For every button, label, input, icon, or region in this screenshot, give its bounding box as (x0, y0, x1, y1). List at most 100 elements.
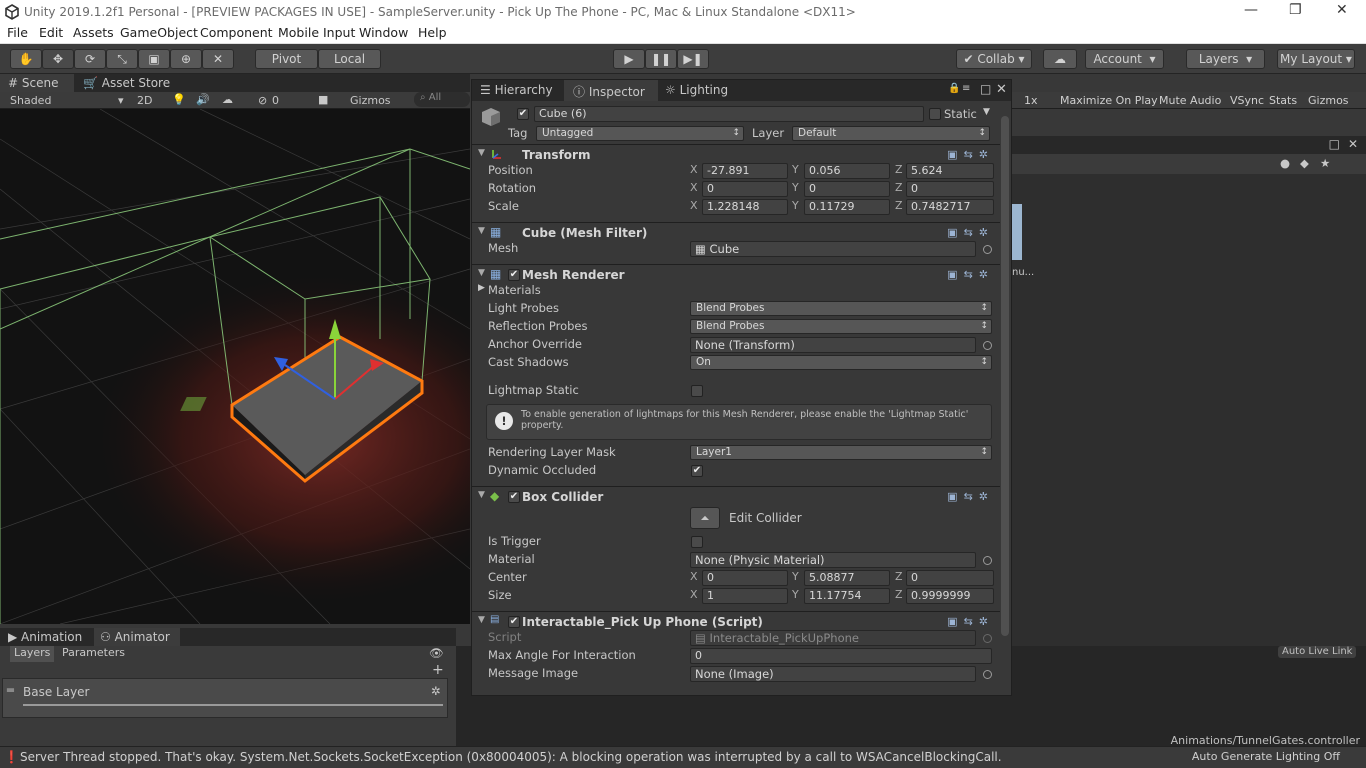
object-picker-icon[interactable] (983, 670, 992, 679)
menu-icon[interactable]: ≡ (962, 83, 970, 94)
light-probes-dropdown[interactable]: Blend Probes (690, 301, 992, 316)
mesh-renderer-header[interactable]: ▼ ▦ ✔ Mesh Renderer ▣⇆✲ (472, 264, 1000, 284)
gizmos-dropdown[interactable]: Gizmos (350, 94, 391, 107)
reflection-probes-dropdown[interactable]: Blend Probes (690, 319, 992, 334)
rotation-x-input[interactable]: 0 (702, 181, 788, 197)
account-dropdown[interactable]: Account ▾ (1085, 49, 1164, 69)
anchor-override-field[interactable]: None (Transform) (690, 337, 976, 353)
center-y-input[interactable]: 5.08877 (804, 570, 890, 586)
mesh-field[interactable]: ▦ Cube (690, 241, 976, 257)
rendering-layer-mask-dropdown[interactable]: Layer1 (690, 445, 992, 460)
maximize-inspector-icon[interactable]: □ (980, 82, 991, 96)
static-dropdown-chevron-icon[interactable]: ▼ (983, 107, 990, 117)
menu-assets[interactable]: Assets (73, 25, 114, 40)
menu-gameobject[interactable]: GameObject (120, 25, 198, 40)
box-collider-header[interactable]: ▼ ◆ ✔ Box Collider ▣⇆✲ (472, 486, 1000, 506)
position-x-input[interactable]: -27.891 (702, 163, 788, 179)
favorite-icon[interactable]: ★ (1320, 156, 1330, 170)
mute-audio-toggle[interactable]: Mute Audio (1159, 94, 1221, 107)
console-message[interactable]: Server Thread stopped. That's okay. Syst… (20, 750, 1002, 764)
script-enabled-checkbox[interactable]: ✔ (508, 616, 520, 628)
parameters-subtab[interactable]: Parameters (58, 646, 138, 662)
menu-edit[interactable]: Edit (39, 25, 63, 40)
menu-help[interactable]: Help (418, 25, 447, 40)
maximize-on-play-toggle[interactable]: Maximize On Play (1060, 94, 1158, 107)
stats-toggle[interactable]: Stats (1269, 94, 1297, 107)
hand-tool-icon[interactable]: ✋ (10, 49, 42, 69)
rotation-y-input[interactable]: 0 (804, 181, 890, 197)
object-name-input[interactable]: Cube (6) (534, 106, 924, 122)
add-layer-icon[interactable]: + (432, 662, 444, 678)
auto-live-link-toggle[interactable]: Auto Live Link (1278, 646, 1356, 658)
layers-subtab[interactable]: Layers (10, 646, 54, 662)
base-layer-row[interactable]: ═ Base Layer ✲ (2, 678, 448, 718)
vsync-toggle[interactable]: VSync (1230, 94, 1264, 107)
local-toggle[interactable]: Local (318, 49, 381, 69)
collab-dropdown[interactable]: ✔ Collab ▾ (956, 49, 1032, 69)
component-tools-icon[interactable]: ▣⇆✲ (947, 615, 994, 628)
cast-shadows-dropdown[interactable]: On (690, 355, 992, 370)
maximize-icon[interactable]: ❐ (1289, 2, 1302, 18)
scale-tool-icon[interactable]: ⤡ (106, 49, 138, 69)
position-y-input[interactable]: 0.056 (804, 163, 890, 179)
game-gizmos-dropdown[interactable]: Gizmos (1308, 94, 1349, 107)
is-trigger-checkbox[interactable] (691, 536, 703, 548)
eye-icon[interactable]: 👁 (429, 646, 444, 660)
search-by-type-icon[interactable]: ● (1280, 156, 1290, 170)
materials-row[interactable]: ▶ Materials (472, 282, 1000, 300)
menu-file[interactable]: File (7, 25, 28, 40)
component-tools-icon[interactable]: ▣⇆✲ (947, 226, 994, 239)
tab-hierarchy[interactable]: ☰ Hierarchy (480, 83, 553, 97)
object-picker-icon[interactable] (983, 556, 992, 565)
center-z-input[interactable]: 0 (906, 570, 994, 586)
object-picker-icon[interactable] (983, 245, 992, 254)
lighting-toggle-icon[interactable]: 💡 (172, 93, 186, 106)
size-y-input[interactable]: 11.17754 (804, 588, 890, 604)
scale-z-input[interactable]: 0.7482717 (906, 199, 994, 215)
edit-collider-button[interactable]: ⏶ (690, 507, 720, 529)
menu-component[interactable]: Component (200, 25, 273, 40)
component-tools-icon[interactable]: ▣⇆✲ (947, 148, 994, 161)
scene-viewport[interactable] (0, 109, 470, 624)
transform-header[interactable]: ▼ Transform ▣⇆✲ (472, 144, 1000, 164)
minimize-icon[interactable]: — (1244, 2, 1258, 18)
step-button[interactable]: ▶❚ (677, 49, 709, 69)
hidden-objects-icon[interactable]: ⊘ (258, 94, 267, 107)
move-tool-icon[interactable]: ✥ (42, 49, 74, 69)
close-inspector-icon[interactable]: ✕ (996, 82, 1007, 97)
component-tools-icon[interactable]: ▣⇆✲ (947, 490, 994, 503)
size-z-input[interactable]: 0.9999999 (906, 588, 994, 604)
script-header[interactable]: ▼ ▤ ✔ Interactable_Pick Up Phone (Script… (472, 611, 1000, 631)
mesh-filter-header[interactable]: ▼ ▦ Cube (Mesh Filter) ▣⇆✲ (472, 222, 1000, 242)
position-z-input[interactable]: 5.624 (906, 163, 994, 179)
layers-dropdown[interactable]: Layers ▾ (1186, 49, 1265, 69)
shading-mode-dropdown[interactable]: Shaded (10, 94, 51, 107)
box-collider-fold-icon[interactable]: ▼ (478, 490, 485, 500)
asset-thumbnail[interactable] (1012, 204, 1022, 260)
script-fold-icon[interactable]: ▼ (478, 615, 485, 625)
scene-search-input[interactable]: ⌕ All (414, 92, 470, 107)
tab-asset-store[interactable]: 🛒 Asset Store (83, 76, 170, 90)
audio-toggle-icon[interactable]: 🔊 (196, 93, 210, 106)
2d-toggle[interactable]: 2D (137, 94, 152, 107)
custom-tool-icon[interactable]: ✕ (202, 49, 234, 69)
drag-handle-icon[interactable]: ═ (7, 683, 14, 697)
tab-lighting[interactable]: ☼ Lighting (665, 83, 728, 97)
tab-animation[interactable]: ▶ Animation (8, 630, 82, 644)
inspector-scrollbar[interactable] (1001, 116, 1009, 636)
menu-window[interactable]: Window (359, 25, 408, 40)
game-scale[interactable]: 1x (1024, 94, 1038, 107)
tab-scene[interactable]: # Scene (8, 76, 58, 90)
play-button[interactable]: ▶ (613, 49, 645, 69)
tab-animator[interactable]: ⚇ Animator (100, 630, 170, 644)
object-picker-icon[interactable] (983, 341, 992, 350)
message-image-field[interactable]: None (Image) (690, 666, 976, 682)
effects-toggle-icon[interactable]: ☁ (222, 93, 233, 106)
rotation-z-input[interactable]: 0 (906, 181, 994, 197)
tab-inspector[interactable]: ⓘ Inspector (573, 83, 645, 100)
layer-settings-icon[interactable]: ✲ (431, 684, 441, 698)
maximize-panel-icon[interactable]: □ (1329, 137, 1340, 151)
pause-button[interactable]: ❚❚ (645, 49, 677, 69)
active-checkbox[interactable]: ✔ (517, 108, 529, 120)
lightmap-static-checkbox[interactable] (691, 385, 703, 397)
